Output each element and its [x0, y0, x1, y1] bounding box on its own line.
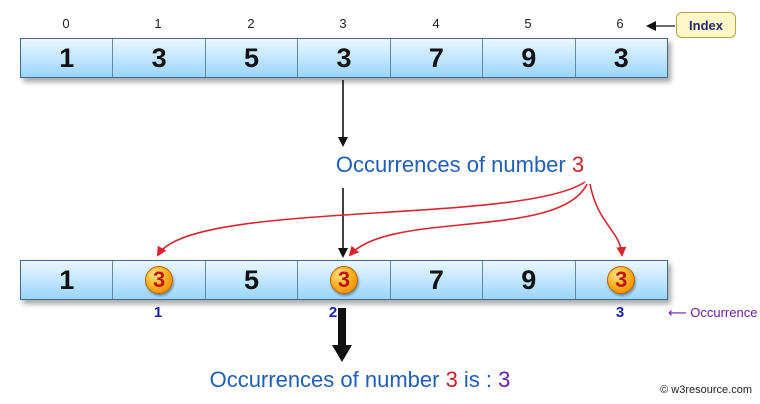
result-prefix: Occurrences of number — [209, 367, 446, 392]
result-number: 3 — [445, 367, 458, 392]
red-arrow-to-occurrence-3 — [589, 183, 627, 257]
red-arrow-to-occurrence-1 — [156, 181, 586, 257]
result-count: 3 — [498, 367, 511, 392]
arrows-overlay — [156, 21, 675, 362]
copyright: © w3resource.com — [660, 384, 752, 396]
result-middle: is : — [457, 367, 499, 392]
result-text: Occurrences of number 3 is : 3 — [160, 367, 560, 393]
bold-down-arrow — [332, 308, 352, 362]
